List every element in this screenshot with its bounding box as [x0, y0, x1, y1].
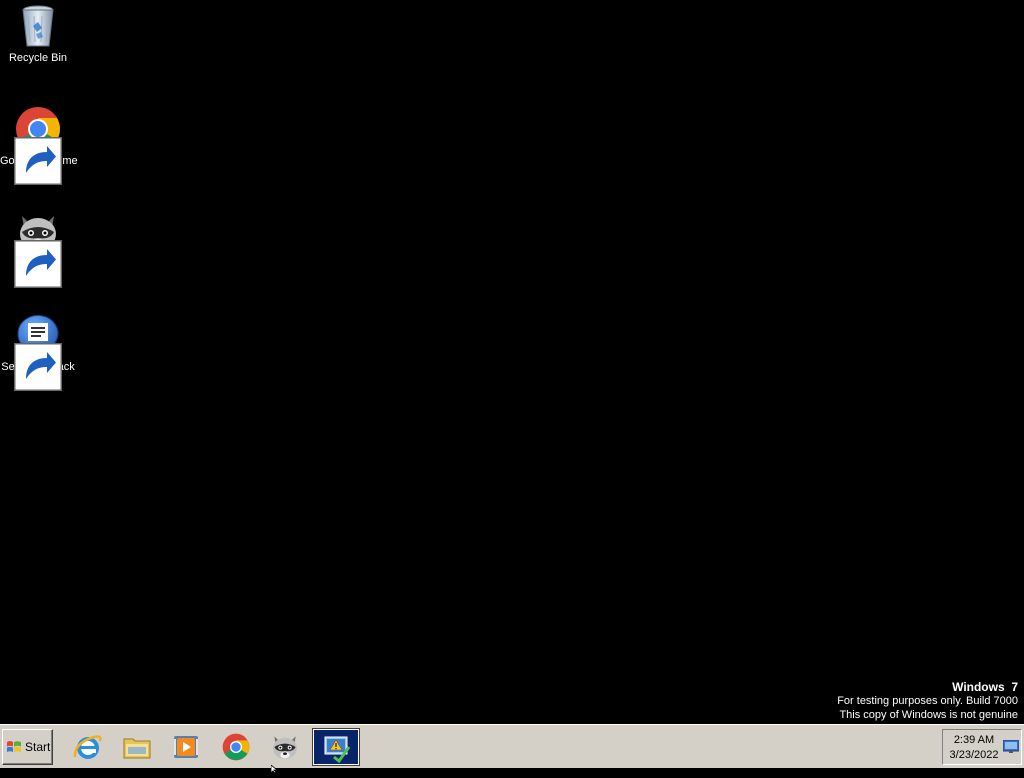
chrome-icon [14, 105, 62, 185]
desktop[interactable]: Recycle Bin Google Chrome [0, 0, 1024, 724]
internet-explorer-icon [73, 735, 102, 759]
windows-watermark: Windows 7 For testing purposes only. Bui… [837, 680, 1018, 722]
clock[interactable]: 2:39 AM 3/23/2022 [946, 733, 1002, 763]
windows-logo-icon [7, 741, 21, 752]
taskbar-file-explorer[interactable] [114, 729, 160, 765]
taskbar-media-player[interactable] [163, 729, 209, 765]
desktop-icon-recycle-bin[interactable]: Recycle Bin [0, 2, 76, 65]
system-tray: 2:39 AM 3/23/2022 [942, 729, 1022, 765]
taskbar-google-chrome[interactable] [213, 729, 259, 765]
watermark-genuine-line: This copy of Windows is not genuine [839, 709, 1018, 721]
show-desktop-icon[interactable] [1002, 739, 1020, 754]
chrome-icon [222, 733, 250, 761]
action-center-icon [324, 736, 351, 763]
start-button[interactable]: Start [2, 729, 53, 765]
media-player-icon [174, 736, 198, 758]
watermark-title: Windows 7 [952, 680, 1018, 694]
clock-date: 3/23/2022 [949, 749, 999, 761]
watermark-build-line: For testing purposes only. Build 7000 [837, 695, 1018, 707]
file-explorer-icon [123, 738, 151, 759]
desktop-icon-mypal[interactable]: Mypal [0, 208, 76, 288]
start-label: Start [25, 740, 51, 754]
mypal-raccoon-icon [273, 736, 297, 759]
mypal-raccoon-icon [14, 208, 62, 288]
shortcut-arrow-icon [14, 137, 62, 185]
taskbar-action-center[interactable] [312, 728, 360, 766]
desktop-icon-send-feedback[interactable]: Send feedback [0, 311, 76, 391]
taskbar: Start 2:39 AM 3/23/2022 [0, 724, 1024, 768]
desktop-icon-google-chrome[interactable]: Google Chrome [0, 105, 78, 185]
clock-time: 2:39 AM [953, 734, 995, 746]
taskbar-mypal[interactable] [262, 729, 308, 765]
taskbar-internet-explorer[interactable] [65, 729, 111, 765]
shortcut-arrow-icon [14, 240, 62, 288]
desktop-icon-label: Recycle Bin [8, 52, 68, 64]
recycle-bin-icon [14, 2, 62, 50]
mouse-cursor-icon [270, 760, 281, 774]
feedback-icon [14, 311, 62, 391]
shortcut-arrow-icon [14, 343, 62, 391]
